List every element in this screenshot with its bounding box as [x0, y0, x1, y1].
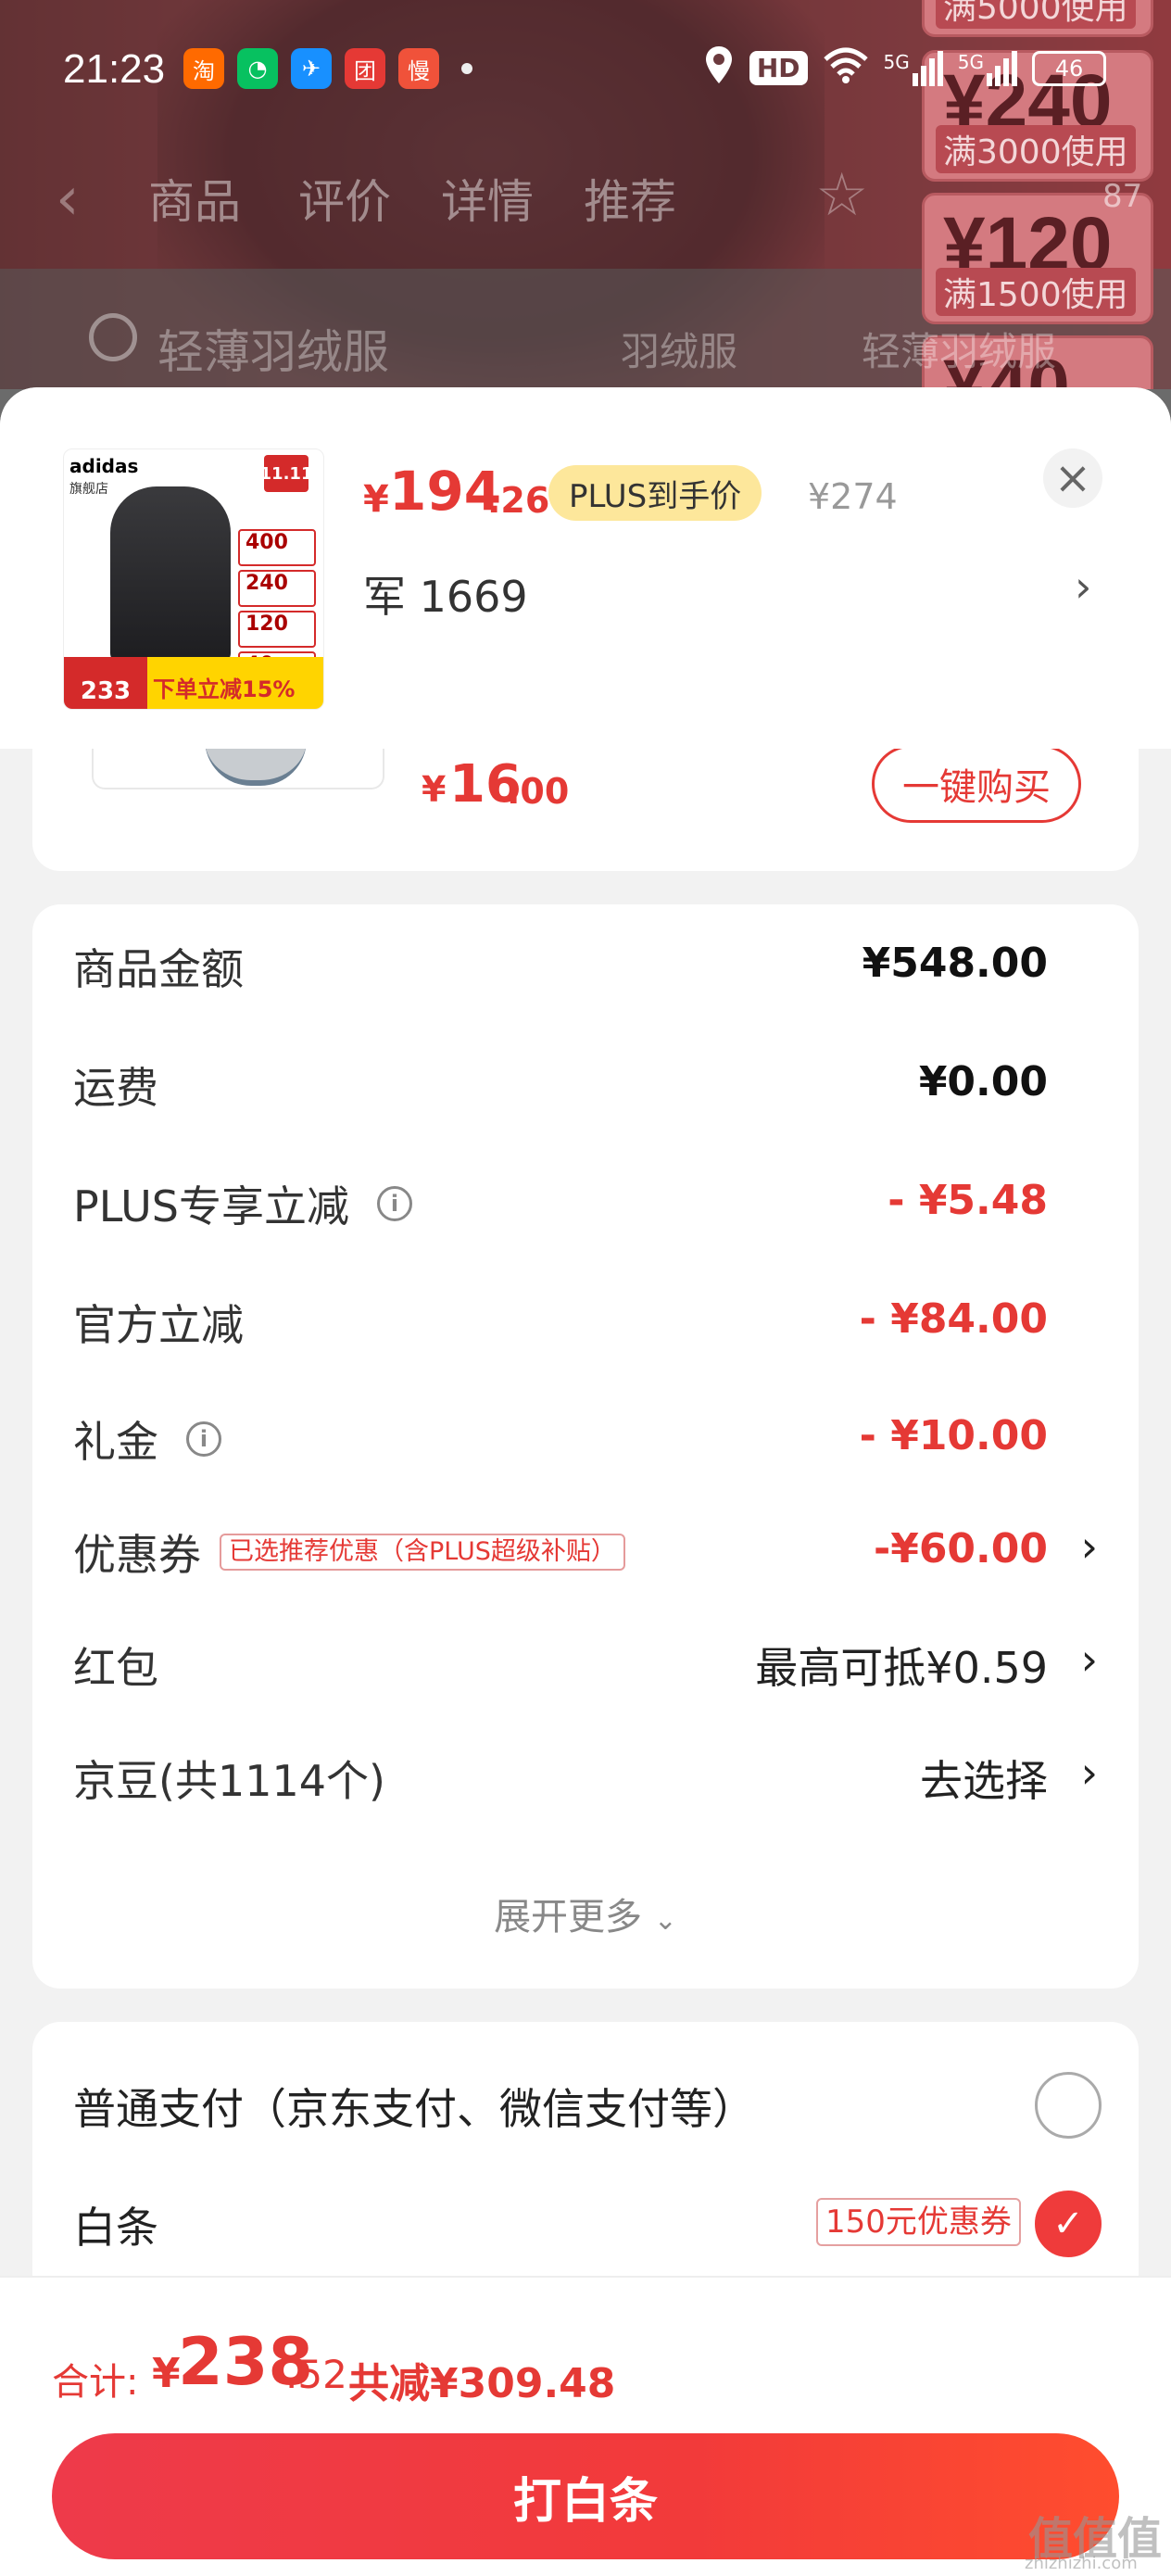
- summary-row-gift: 礼金 i - ¥10.00: [32, 1388, 1139, 1481]
- battery-icon: 46: [1032, 50, 1106, 86]
- close-icon[interactable]: ×: [1043, 448, 1102, 508]
- summary-label: 红包: [73, 1643, 158, 1693]
- summary-value: - ¥5.48: [888, 1177, 1048, 1224]
- summary-row-coupon[interactable]: 优惠券 已选推荐优惠（含PLUS超级补贴） -¥60.00 ›: [32, 1501, 1139, 1594]
- summary-row-official: 官方立减 - ¥84.00: [32, 1271, 1139, 1364]
- checkout-sheet: ¥ 16 .00 一键购买 adidas 旗舰店 11.11 400 240 1…: [0, 387, 1171, 2576]
- chevron-right-icon[interactable]: ›: [1081, 1748, 1098, 1798]
- chevron-right-icon[interactable]: ›: [1075, 562, 1091, 612]
- thumb-promo-strip: 233 下单立减15%: [64, 657, 323, 709]
- summary-value: ¥548.00: [862, 940, 1048, 987]
- price-currency: ¥: [363, 478, 389, 521]
- original-price: ¥274: [808, 476, 898, 517]
- back-arrow-icon: ‹: [56, 165, 80, 234]
- pay-baitiao-button[interactable]: 打白条: [52, 2433, 1119, 2559]
- tab-reviews: 评价: [298, 175, 391, 229]
- summary-label: 优惠券 已选推荐优惠（含PLUS超级补贴）: [73, 1522, 625, 1583]
- summary-row-goods: 商品金额 ¥548.00: [32, 915, 1139, 1008]
- chevron-right-icon[interactable]: ›: [1081, 1635, 1098, 1685]
- jacket-image: [110, 486, 231, 663]
- normal-pay-radio[interactable]: [1035, 2072, 1102, 2139]
- status-indicators: HD 5G 5G 46: [703, 44, 1106, 92]
- wifi-icon: [823, 46, 869, 90]
- tab-product: 商品: [148, 175, 241, 229]
- summary-value: 去选择: [920, 1756, 1048, 1806]
- thumb-price: 233: [64, 657, 147, 709]
- summary-label: 京豆(共1114个): [73, 1756, 385, 1806]
- tab-recommend: 推荐: [584, 175, 676, 229]
- summary-value: - ¥84.00: [859, 1295, 1048, 1343]
- meituan-icon: 团: [345, 48, 385, 89]
- total-currency: ¥: [152, 2350, 181, 2397]
- summary-label: 商品金额: [73, 944, 244, 994]
- store-label: 旗舰店: [69, 482, 108, 497]
- dingtalk-icon: ✈: [291, 48, 332, 89]
- plus-price-tag: PLUS到手价: [548, 465, 762, 521]
- product-header: adidas 旗舰店 11.11 400 240 120 40 233 下单立减…: [0, 387, 1171, 749]
- total-saved: 共减¥309.48: [348, 2360, 616, 2407]
- accessory-card: ¥ 16 .00 一键购买: [32, 745, 1139, 871]
- search-icon: [89, 313, 137, 361]
- search-tag: 羽绒服: [621, 329, 738, 374]
- location-icon: [703, 44, 735, 92]
- xianyu-icon: 慢: [398, 48, 439, 89]
- summary-value: -¥60.00: [873, 1525, 1048, 1572]
- search-tag: 轻薄羽绒服: [862, 329, 1057, 374]
- summary-label: 官方立减: [73, 1300, 244, 1350]
- summary-row-redpacket[interactable]: 红包 最高可抵¥0.59 ›: [32, 1614, 1139, 1707]
- mini-coupon: 120: [238, 611, 316, 648]
- chevron-down-icon: ⌄: [653, 1904, 677, 1937]
- summary-row-plus: PLUS专享立减 i - ¥5.48: [32, 1153, 1139, 1245]
- price-summary-card: 商品金额 ¥548.00 运费 ¥0.00 PLUS专享立减 i - ¥5.48 …: [32, 904, 1139, 1989]
- normal-pay-label[interactable]: 普通支付（京东支付、微信支付等）: [73, 2076, 755, 2137]
- summary-value: ¥0.00: [918, 1058, 1048, 1105]
- more-notifications-dot: [461, 63, 472, 74]
- expand-more-button[interactable]: 展开更多 ⌄: [32, 1887, 1139, 1940]
- one-click-buy-button[interactable]: 一键购买: [872, 745, 1081, 823]
- signal-icon: 5G: [884, 50, 943, 86]
- summary-label: 礼金 i: [73, 1408, 221, 1470]
- status-bar: 21:23 淘 ◔ ✈ 团 慢 HD 5G 5G 46: [0, 0, 1171, 139]
- background-nav: ‹ 商品 评价 详情 推荐 ☆ 87: [0, 156, 1171, 248]
- summary-label: 运费: [73, 1063, 158, 1113]
- summary-row-shipping: 运费 ¥0.00: [32, 1034, 1139, 1127]
- price-integer: 194: [389, 460, 502, 523]
- baitiao-label[interactable]: 白条: [73, 2194, 158, 2255]
- search-placeholder: 轻薄羽绒服: [157, 325, 389, 379]
- cart-badge: 87: [1102, 178, 1143, 215]
- baitiao-coupon-tag[interactable]: 150元优惠券: [816, 2198, 1021, 2246]
- summary-row-jingdou[interactable]: 京豆(共1114个) 去选择 ›: [32, 1727, 1139, 1820]
- taobao-icon: 淘: [183, 48, 224, 89]
- site-watermark-url: zhizhizhi.com: [1025, 2554, 1138, 2573]
- favorite-icon: ☆: [815, 161, 869, 230]
- signal-icon: 5G: [958, 50, 1017, 86]
- thumb-promo: 下单立减15%: [147, 657, 323, 709]
- hd-voice-icon: HD: [749, 51, 808, 85]
- summary-value: 最高可抵¥0.59: [755, 1643, 1048, 1693]
- info-icon[interactable]: i: [376, 1186, 412, 1221]
- price-decimal: .26: [487, 480, 550, 521]
- brand-logo: adidas: [69, 455, 139, 477]
- chevron-right-icon[interactable]: ›: [1081, 1522, 1098, 1572]
- total-decimal: .52: [285, 2352, 347, 2397]
- recommended-tag: 已选推荐优惠（含PLUS超级补贴）: [220, 1534, 625, 1571]
- product-thumbnail[interactable]: adidas 旗舰店 11.11 400 240 120 40 233 下单立减…: [63, 448, 324, 710]
- info-icon[interactable]: i: [186, 1421, 221, 1457]
- status-time: 21:23: [63, 46, 166, 92]
- double11-badge: 11.11: [260, 455, 312, 492]
- checkout-footer: 合计: ¥ 238 .52 共减¥309.48 打白条: [0, 2276, 1171, 2576]
- mini-coupon: 400: [238, 529, 316, 566]
- summary-label: PLUS专享立减 i: [73, 1173, 412, 1234]
- wechat-icon: ◔: [237, 48, 278, 89]
- baitiao-radio-checked[interactable]: ✓: [1035, 2191, 1102, 2257]
- summary-value: - ¥10.00: [859, 1412, 1048, 1459]
- total-label: 合计:: [52, 2361, 139, 2404]
- background-search: 轻薄羽绒服 羽绒服 轻薄羽绒服: [0, 287, 1171, 389]
- accessory-thumbnail[interactable]: [92, 749, 384, 789]
- mini-coupon: 240: [238, 570, 316, 607]
- selected-spec[interactable]: 军 1669: [363, 563, 528, 625]
- tab-details: 详情: [441, 175, 534, 229]
- notification-icons: 淘 ◔ ✈ 团 慢: [183, 48, 472, 89]
